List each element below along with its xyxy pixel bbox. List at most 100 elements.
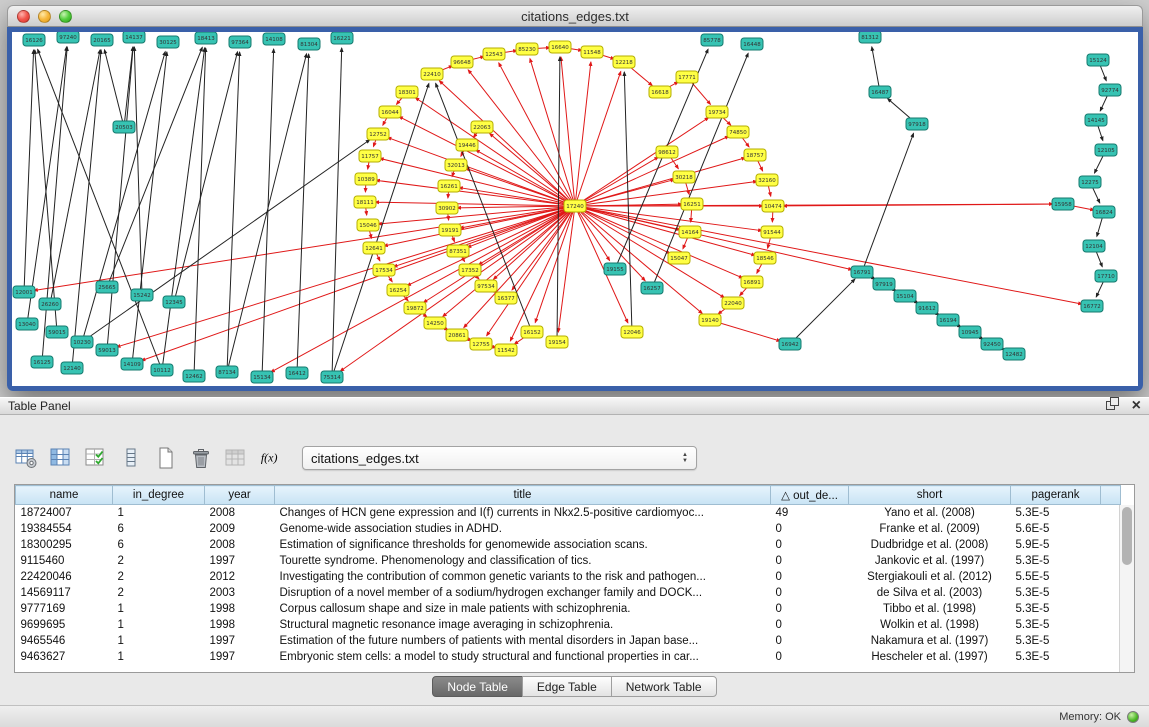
table-row[interactable]: 977716911998Corpus callosum shape and si… (16, 601, 1121, 617)
graph-node[interactable]: 15047 (668, 252, 690, 264)
graph-node[interactable]: 14109 (121, 358, 143, 370)
graph-node[interactable]: 75314 (321, 371, 343, 383)
graph-node[interactable]: 87134 (216, 366, 238, 378)
column-header-title[interactable]: title (275, 486, 771, 505)
graph-node[interactable]: 97364 (229, 36, 251, 48)
cell-year[interactable]: 1998 (205, 601, 275, 617)
table-row[interactable]: 969969511998Structural magnetic resonanc… (16, 617, 1121, 633)
graph-node[interactable]: 30125 (157, 36, 179, 48)
cell-title[interactable]: Changes of HCN gene expression and I(f) … (275, 505, 771, 521)
graph-node[interactable]: 92774 (1099, 84, 1121, 96)
graph-node[interactable]: 12755 (470, 338, 492, 350)
graph-node[interactable]: 19140 (699, 314, 721, 326)
graph-edge[interactable] (375, 202, 575, 206)
column-header-year[interactable]: year (205, 486, 275, 505)
graph-node[interactable]: 12275 (1079, 176, 1101, 188)
memory-status-icon[interactable] (1127, 711, 1139, 723)
table-row[interactable]: 1872400712008Changes of HCN gene express… (16, 505, 1121, 521)
table-settings-button[interactable] (14, 446, 38, 470)
graph-edge[interactable] (27, 47, 67, 324)
graph-edge[interactable] (872, 47, 880, 92)
cell-year[interactable]: 2008 (205, 505, 275, 521)
graph-node[interactable]: 12105 (1095, 144, 1117, 156)
graph-node[interactable]: 19734 (706, 106, 728, 118)
graph-node[interactable]: 96648 (451, 56, 473, 68)
cell-year[interactable]: 1997 (205, 649, 275, 665)
graph-edge[interactable] (124, 47, 133, 127)
cell-short[interactable]: Jankovic et al. (1997) (849, 553, 1011, 569)
cell-pagerank[interactable]: 5.3E-5 (1011, 505, 1101, 521)
graph-node[interactable]: 16251 (681, 198, 703, 210)
graph-edge[interactable] (376, 180, 575, 206)
graph-node[interactable]: 18546 (754, 252, 776, 264)
function-builder-button[interactable]: f(x) (259, 446, 283, 470)
graph-node[interactable]: 17352 (459, 264, 481, 276)
cell-out_degree[interactable]: 0 (771, 617, 849, 633)
graph-node[interactable]: 81304 (298, 38, 320, 50)
graph-node[interactable]: 18111 (354, 196, 376, 208)
graph-edge[interactable] (297, 54, 309, 373)
cell-name[interactable]: 9777169 (16, 601, 113, 617)
graph-node[interactable]: 22040 (722, 297, 744, 309)
graph-node[interactable]: 16791 (851, 266, 873, 278)
cell-title[interactable]: Genome-wide association studies in ADHD. (275, 521, 771, 537)
graph-node[interactable]: 19446 (456, 139, 478, 151)
graph-node[interactable]: 17771 (676, 71, 698, 83)
cell-year[interactable]: 1998 (205, 617, 275, 633)
graph-node[interactable]: 26260 (39, 298, 61, 310)
graph-node[interactable]: 11757 (359, 150, 381, 162)
graph-node[interactable]: 87351 (447, 245, 469, 257)
cell-name[interactable]: 9463627 (16, 649, 113, 665)
cell-title[interactable]: Estimation of significance thresholds fo… (275, 537, 771, 553)
cell-pagerank[interactable]: 5.6E-5 (1011, 521, 1101, 537)
graph-node[interactable]: 14164 (679, 226, 701, 238)
cell-short[interactable]: Dudbridge et al. (2008) (849, 537, 1011, 553)
graph-node[interactable]: 20861 (446, 329, 468, 341)
cell-title[interactable]: Embryonic stem cells: a model to study s… (275, 649, 771, 665)
column-header-pagerank[interactable]: pagerank (1011, 486, 1101, 505)
graph-node[interactable]: 14137 (123, 32, 145, 43)
create-new-column-button[interactable] (154, 446, 178, 470)
row-options-button[interactable] (119, 446, 143, 470)
cell-year[interactable]: 2009 (205, 521, 275, 537)
cell-title[interactable]: Structural magnetic resonance image aver… (275, 617, 771, 633)
graph-node[interactable]: 16125 (31, 356, 53, 368)
graph-node[interactable]: 92450 (981, 338, 1003, 350)
cell-name[interactable]: 14569117 (16, 585, 113, 601)
graph-node[interactable]: 59013 (96, 344, 118, 356)
graph-node[interactable]: 12752 (367, 128, 389, 140)
cell-short[interactable]: Yano et al. (2008) (849, 505, 1011, 521)
cell-name[interactable]: 9699695 (16, 617, 113, 633)
graph-node[interactable]: 91544 (761, 226, 783, 238)
graph-node[interactable]: 59015 (46, 326, 68, 338)
graph-node[interactable]: 16152 (521, 326, 543, 338)
graph-node[interactable]: 18413 (195, 32, 217, 44)
scrollbar-thumb[interactable] (1122, 507, 1132, 565)
network-table-selector[interactable]: citations_edges.txt ▲ ▼ (302, 446, 697, 470)
graph-edge[interactable] (117, 206, 575, 347)
cell-in_degree[interactable]: 6 (113, 521, 205, 537)
graph-edge[interactable] (104, 50, 124, 127)
cell-title[interactable]: Estimation of the future numbers of pati… (275, 633, 771, 649)
graph-node[interactable]: 14145 (1085, 114, 1107, 126)
zoom-window-button[interactable] (59, 10, 72, 23)
graph-edge[interactable] (575, 71, 621, 206)
graph-node[interactable]: 74850 (727, 126, 749, 138)
cell-short[interactable]: de Silva et al. (2003) (849, 585, 1011, 601)
table-scrollbar[interactable] (1119, 505, 1134, 672)
graph-edge[interactable] (72, 50, 101, 368)
graph-node[interactable]: 16772 (1081, 300, 1103, 312)
graph-node[interactable]: 19154 (546, 336, 568, 348)
graph-edge[interactable] (24, 50, 34, 292)
graph-node[interactable]: 16221 (331, 32, 353, 44)
graph-node[interactable]: 15134 (251, 371, 273, 383)
graph-node[interactable]: 20165 (91, 34, 113, 46)
cell-pagerank[interactable]: 5.3E-5 (1011, 649, 1101, 665)
table-row[interactable]: 946362711997Embryonic stem cells: a mode… (16, 649, 1121, 665)
graph-node[interactable]: 12543 (483, 48, 505, 60)
cell-year[interactable]: 2012 (205, 569, 275, 585)
cell-short[interactable]: Wolkin et al. (1998) (849, 617, 1011, 633)
graph-node[interactable]: 16824 (1093, 206, 1115, 218)
graph-node[interactable]: 16126 (23, 34, 45, 46)
cell-title[interactable]: Tourette syndrome. Phenomenology and cla… (275, 553, 771, 569)
